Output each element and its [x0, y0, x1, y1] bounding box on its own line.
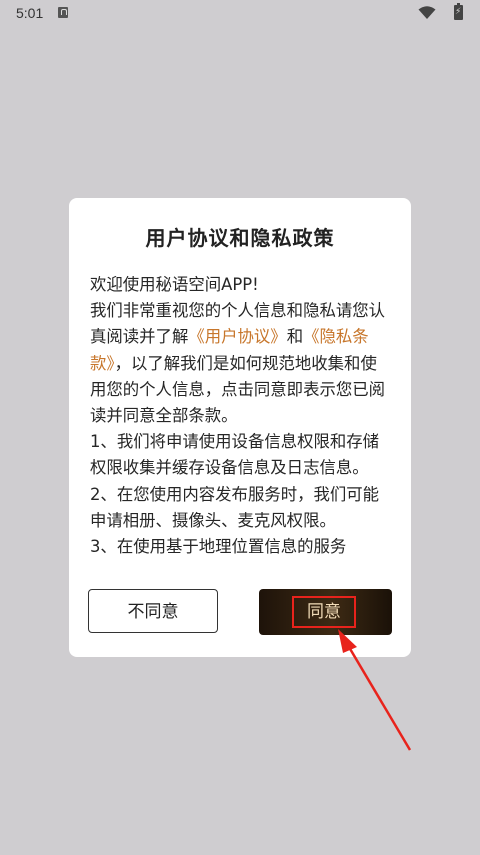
privacy-dialog: 用户协议和隐私政策 欢迎使用秘语空间APP! 我们非常重视您的个人信息和隐私请您…: [69, 198, 411, 657]
notification-icon: [58, 7, 68, 18]
and-text: 和: [286, 327, 304, 347]
dialog-title: 用户协议和隐私政策: [145, 226, 335, 250]
item-2-text: 2、在您使用内容发布服务时，我们可能申请相册、摄像头、麦克风权限。: [90, 484, 380, 530]
battery-charging-glyph: ⚡: [455, 7, 462, 17]
after-links-text: ，以了解我们是如何规范地收集和使用您的个人信息，点击同意即表示您已阅读并同意全部…: [90, 353, 386, 426]
status-bar: 5:01 ⚡: [0, 0, 480, 28]
status-time: 5:01: [16, 5, 44, 21]
agree-button-label: 同意: [292, 596, 356, 628]
greeting-text: 欢迎使用秘语空间APP!: [90, 275, 259, 294]
item-3-text: 3、在使用基于地理位置信息的服务: [90, 537, 347, 557]
battery-icon: ⚡: [454, 3, 463, 20]
item-1-text: 1、我们将申请使用设备信息权限和存储权限收集并缓存设备信息及日志信息。: [90, 432, 380, 478]
disagree-button[interactable]: 不同意: [88, 589, 218, 633]
agree-button[interactable]: 同意: [259, 589, 392, 635]
user-agreement-link[interactable]: 《用户协议》: [188, 327, 286, 346]
intro-paragraph: 我们非常重视您的个人信息和隐私请您认真阅读并了解《用户协议》和《隐私条款》，以了…: [90, 298, 390, 429]
wifi-icon: [418, 6, 436, 19]
dialog-body[interactable]: 欢迎使用秘语空间APP! 我们非常重视您的个人信息和隐私请您认真阅读并了解《用户…: [90, 272, 390, 566]
